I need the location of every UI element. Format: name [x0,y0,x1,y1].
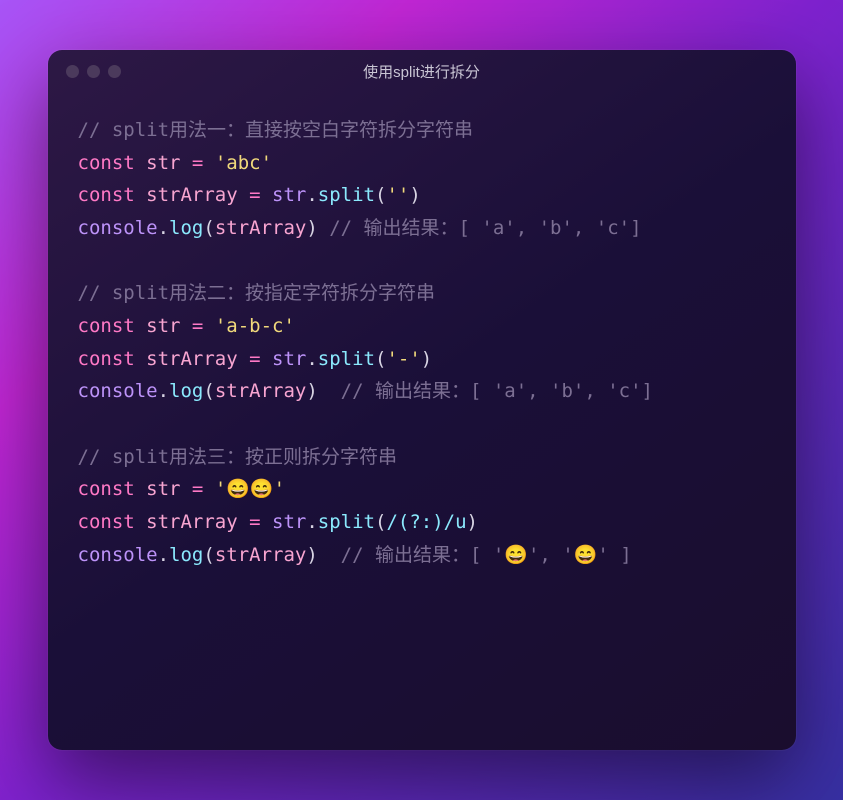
paren: ( [375,348,386,370]
operator: = [180,315,214,337]
paren: ) [421,348,432,370]
keyword: const [78,478,135,500]
variable: strArray [215,217,307,239]
function: split [318,348,375,370]
variable: strArray [215,380,307,402]
comment-line: // split用法一：直接按空白字符拆分字符串 [78,119,474,141]
variable: strArray [146,511,238,533]
traffic-lights [66,65,121,78]
comment: // 输出结果：[ 'a', 'b', 'c'] [318,380,653,402]
keyword: const [78,348,135,370]
dot: . [306,511,317,533]
string: '-' [386,348,420,370]
dot: . [158,544,169,566]
close-dot-icon[interactable] [66,65,79,78]
paren: ( [375,184,386,206]
keyword: const [78,152,135,174]
paren: ( [375,511,386,533]
paren: ( [203,217,214,239]
dot: . [158,380,169,402]
function: log [169,380,203,402]
object: str [272,184,306,206]
operator: = [238,184,272,206]
function: split [318,511,375,533]
regex: /(?:)/u [386,511,466,533]
paren: ) [306,544,317,566]
keyword: const [78,315,135,337]
object: console [78,380,158,402]
operator: = [238,348,272,370]
keyword: const [78,511,135,533]
variable: str [146,152,180,174]
comment: // 输出结果：[ 'a', 'b', 'c'] [318,217,642,239]
object: str [272,511,306,533]
operator: = [238,511,272,533]
paren: ) [467,511,478,533]
comment-line: // split用法三：按正则拆分字符串 [78,446,398,468]
dot: . [306,348,317,370]
function: log [169,544,203,566]
comment: // 输出结果：[ '😄', '😄' ] [318,544,632,566]
minimize-dot-icon[interactable] [87,65,100,78]
object: console [78,544,158,566]
string: '😄😄' [215,478,285,500]
operator: = [180,478,214,500]
variable: strArray [146,348,238,370]
variable: strArray [215,544,307,566]
window-title: 使用split进行拆分 [48,61,796,82]
dot: . [306,184,317,206]
variable: strArray [146,184,238,206]
string: '' [386,184,409,206]
object: console [78,217,158,239]
paren: ) [306,217,317,239]
paren: ( [203,544,214,566]
dot: . [158,217,169,239]
zoom-dot-icon[interactable] [108,65,121,78]
variable: str [146,478,180,500]
code-block: // split用法一：直接按空白字符拆分字符串 const str = 'ab… [48,92,796,593]
object: str [272,348,306,370]
function: log [169,217,203,239]
function: split [318,184,375,206]
paren: ( [203,380,214,402]
variable: str [146,315,180,337]
comment-line: // split用法二：按指定字符拆分字符串 [78,282,436,304]
window-titlebar: 使用split进行拆分 [48,50,796,92]
keyword: const [78,184,135,206]
string: 'a-b-c' [215,315,295,337]
operator: = [180,152,214,174]
paren: ) [306,380,317,402]
string: 'abc' [215,152,272,174]
paren: ) [409,184,420,206]
code-window: 使用split进行拆分 // split用法一：直接按空白字符拆分字符串 con… [48,50,796,750]
